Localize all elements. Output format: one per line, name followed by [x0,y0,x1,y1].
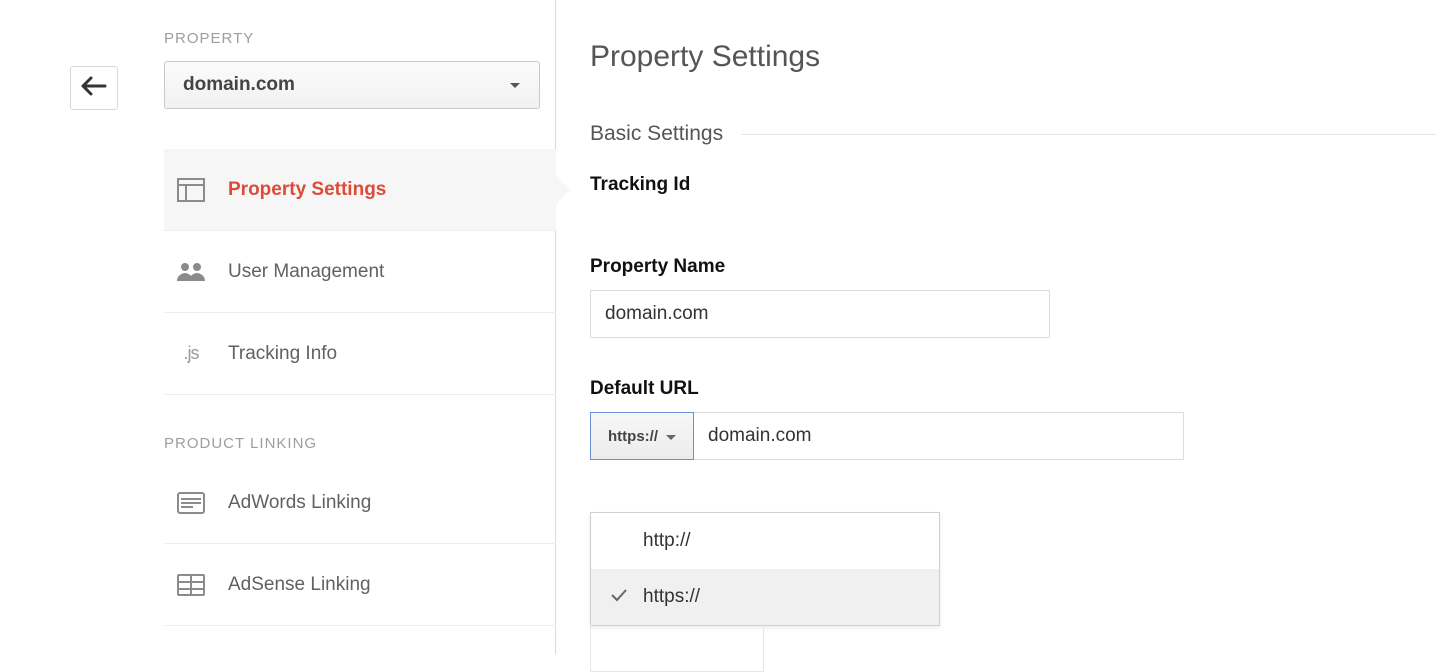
adwords-icon [176,488,206,518]
property-name-input[interactable] [590,290,1050,338]
nav-adwords-linking[interactable]: AdWords Linking [164,462,556,544]
property-nav: Property Settings User Management .js Tr… [164,149,556,395]
property-name-label: Property Name [590,256,1436,278]
protocol-option-http[interactable]: http:// [591,513,939,569]
tracking-id-block: Tracking Id [590,174,1436,196]
nav-item-label: Tracking Info [228,343,337,365]
nav-item-label: AdWords Linking [228,492,371,514]
users-icon [176,257,206,287]
property-section-label: PROPERTY [164,30,555,47]
caret-down-icon [509,74,521,96]
adsense-icon [176,570,206,600]
default-url-block: Default URL https:// [590,378,1436,460]
nav-property-settings[interactable]: Property Settings [164,149,556,231]
protocol-select-value: https:// [608,428,658,445]
back-button[interactable] [70,66,118,110]
product-linking-nav: AdWords Linking AdSense Linking [164,462,556,626]
nav-user-management[interactable]: User Management [164,231,556,313]
option-label: https:// [643,586,700,608]
nav-tracking-info[interactable]: .js Tracking Info [164,313,556,395]
product-linking-section-label: PRODUCT LINKING [164,435,555,452]
partial-box [590,624,764,672]
page-title: Property Settings [590,40,1436,74]
nav-adsense-linking[interactable]: AdSense Linking [164,544,556,626]
panel-icon [176,175,206,205]
property-selector-value: domain.com [183,74,295,96]
basic-settings-header: Basic Settings [590,122,1436,146]
js-icon: .js [176,339,206,369]
protocol-select[interactable]: https:// [590,412,694,460]
main-content: Property Settings Basic Settings Trackin… [590,0,1436,460]
back-arrow-icon [81,76,107,101]
protocol-dropdown: http:// https:// [590,512,940,626]
property-selector[interactable]: domain.com [164,61,540,109]
nav-item-label: User Management [228,261,384,283]
sidebar: PROPERTY domain.com Property Settings Us… [118,0,556,654]
nav-item-label: Property Settings [228,179,386,201]
protocol-option-https[interactable]: https:// [591,569,939,625]
option-label: http:// [643,530,691,552]
check-icon [611,586,631,608]
default-url-label: Default URL [590,378,1436,400]
basic-settings-title: Basic Settings [590,122,723,146]
divider [741,134,1436,135]
property-name-block: Property Name [590,256,1436,338]
tracking-id-label: Tracking Id [590,174,1436,196]
caret-down-icon [666,428,676,445]
nav-item-label: AdSense Linking [228,574,371,596]
default-url-input[interactable] [694,412,1184,460]
